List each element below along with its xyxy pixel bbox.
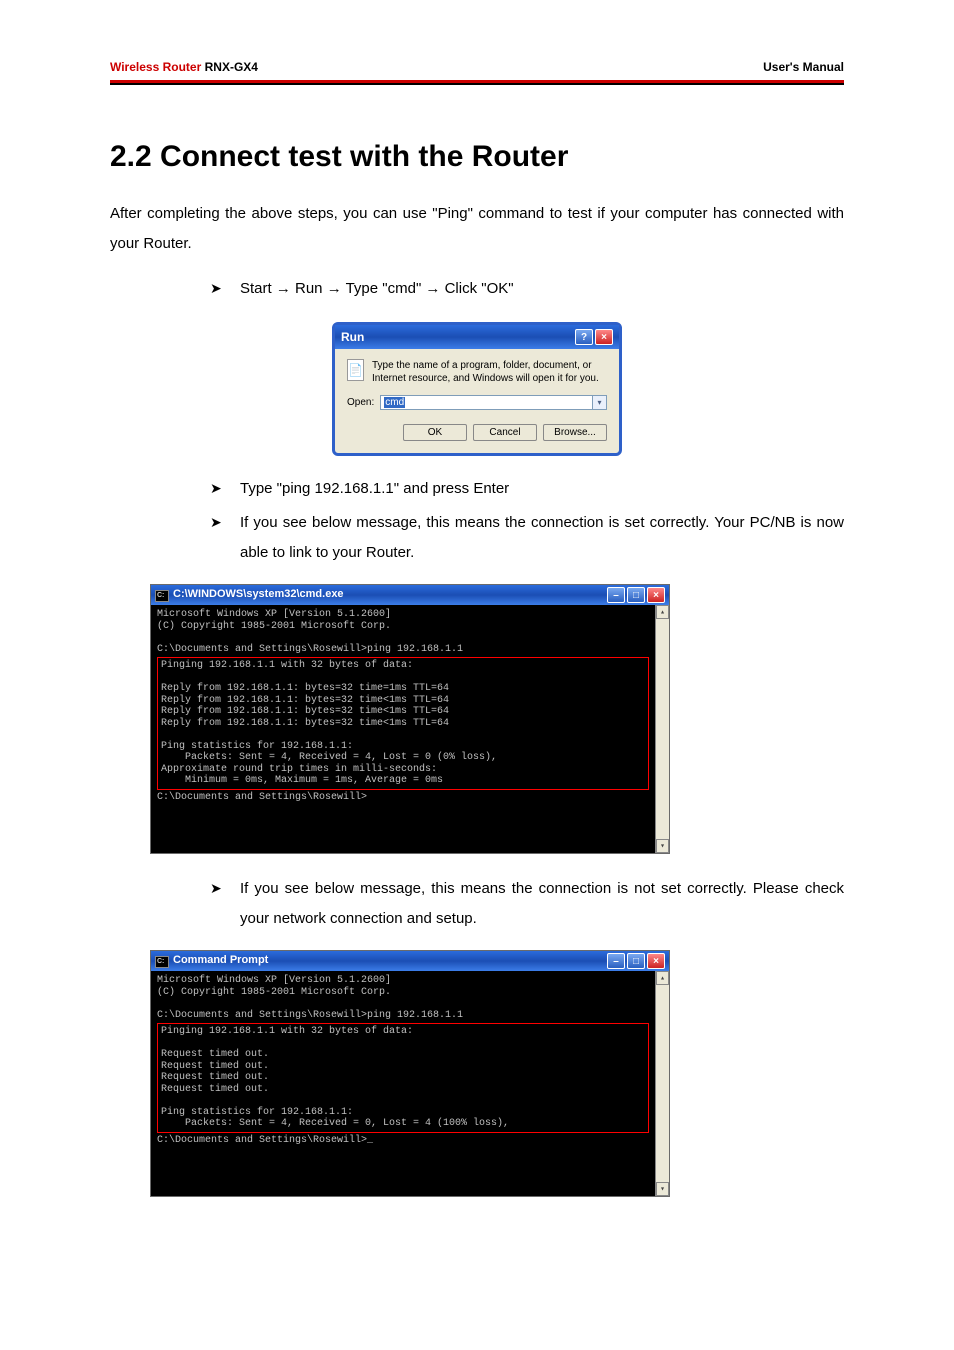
run-title-text: Run	[341, 330, 364, 344]
cmd-icon: C:	[155, 590, 169, 602]
divider-black	[110, 83, 844, 85]
cmd-icon: C:	[155, 956, 169, 968]
model-label: RNX-GX4	[205, 60, 258, 74]
run-dialog: Run ? × 📄 Type the name of a program, fo…	[332, 322, 622, 456]
browse-button[interactable]: Browse...	[543, 424, 607, 441]
cmd-window-failure: C: Command Prompt – □ × Microsoft Windows…	[150, 950, 670, 1197]
bullet-step-4: If you see below message, this means the…	[210, 874, 844, 934]
scrollbar[interactable]: ▴ ▾	[655, 971, 669, 1196]
manual-label: User's Manual	[763, 60, 844, 74]
minimize-icon[interactable]: –	[607, 953, 625, 969]
cmd-window-success: C: C:\WINDOWS\system32\cmd.exe – □ × Micr…	[150, 584, 670, 854]
scroll-down-icon[interactable]: ▾	[656, 839, 669, 853]
close-icon[interactable]: ×	[647, 587, 665, 603]
help-icon[interactable]: ?	[575, 329, 593, 345]
scroll-up-icon[interactable]: ▴	[656, 605, 669, 619]
open-label: Open:	[347, 397, 374, 408]
bullet-step-1: Start → Run → Type "cmd" → Click "OK"	[210, 274, 844, 304]
cmd-title-text: Command Prompt	[173, 954, 268, 966]
page-header: Wireless Router RNX-GX4 User's Manual	[110, 60, 844, 80]
ok-button[interactable]: OK	[403, 424, 467, 441]
cmd-titlebar: C: C:\WINDOWS\system32\cmd.exe – □ ×	[151, 585, 669, 605]
cmd-output: Microsoft Windows XP [Version 5.1.2600] …	[151, 971, 655, 1196]
scrollbar[interactable]: ▴ ▾	[655, 605, 669, 853]
run-app-icon: 📄	[347, 359, 364, 381]
scroll-up-icon[interactable]: ▴	[656, 971, 669, 985]
highlight-box: Pinging 192.168.1.1 with 32 bytes of dat…	[157, 1023, 649, 1133]
cmd-output: Microsoft Windows XP [Version 5.1.2600] …	[151, 605, 655, 853]
cancel-button[interactable]: Cancel	[473, 424, 537, 441]
cmd-titlebar: C: Command Prompt – □ ×	[151, 951, 669, 971]
open-input[interactable]: cmd	[380, 395, 593, 410]
maximize-icon[interactable]: □	[627, 587, 645, 603]
dropdown-icon[interactable]: ▾	[593, 395, 607, 410]
minimize-icon[interactable]: –	[607, 587, 625, 603]
intro-paragraph: After completing the above steps, you ca…	[110, 199, 844, 259]
close-icon[interactable]: ×	[647, 953, 665, 969]
scroll-down-icon[interactable]: ▾	[656, 1182, 669, 1196]
maximize-icon[interactable]: □	[627, 953, 645, 969]
run-description: Type the name of a program, folder, docu…	[372, 359, 607, 385]
run-titlebar: Run ? ×	[335, 325, 619, 349]
cmd-title-text: C:\WINDOWS\system32\cmd.exe	[173, 588, 344, 600]
section-title: 2.2 Connect test with the Router	[110, 140, 844, 174]
bullet-step-2: Type "ping 192.168.1.1" and press Enter	[210, 474, 844, 504]
close-icon[interactable]: ×	[595, 329, 613, 345]
bullet-step-3: If you see below message, this means the…	[210, 508, 844, 568]
highlight-box: Pinging 192.168.1.1 with 32 bytes of dat…	[157, 657, 649, 790]
brand-label: Wireless Router	[110, 60, 201, 74]
